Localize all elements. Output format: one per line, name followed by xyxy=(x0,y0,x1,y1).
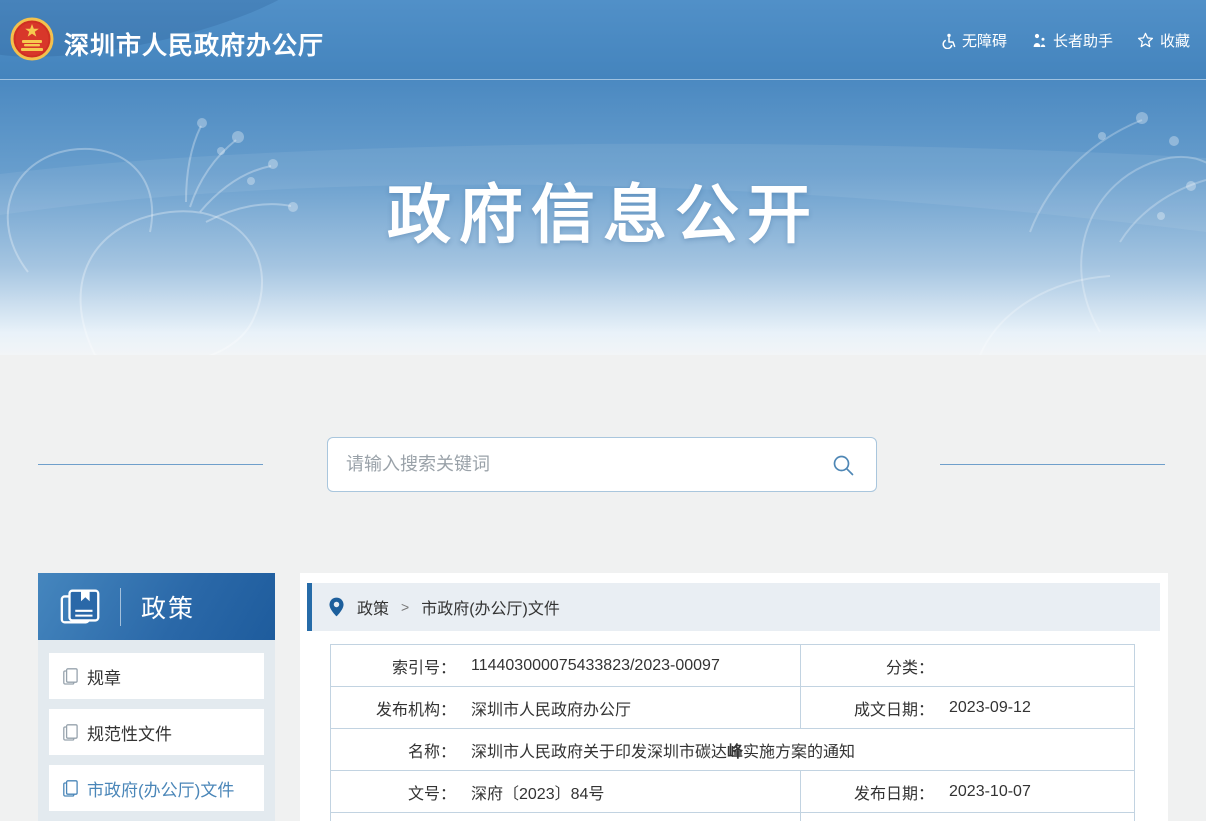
favorite-link[interactable]: 收藏 xyxy=(1137,30,1190,51)
top-header-bar: 深圳市人民政府办公厅 无障碍 长者助手 xyxy=(0,0,1206,80)
content-section: 政策 规章 规范性文件 xyxy=(0,355,1206,821)
meta-cell-empty xyxy=(800,813,1134,821)
policy-book-icon xyxy=(58,586,104,628)
hero-banner: 政府信息公开 xyxy=(0,80,1206,355)
topbar-links: 无障碍 长者助手 收藏 xyxy=(940,30,1190,51)
sidebar-item-regulations[interactable]: 规章 xyxy=(49,653,264,699)
star-icon xyxy=(1137,32,1154,49)
breadcrumb-item-current: 市政府(办公厅)文件 xyxy=(421,595,560,619)
meta-cell-issuing-agency: 发布机构： 深圳市人民政府办公厅 xyxy=(331,687,800,728)
sidebar-header-label: 政策 xyxy=(141,589,195,625)
search-icon[interactable] xyxy=(831,453,856,478)
document-icon xyxy=(63,724,78,741)
sidebar-item-label: 规范性文件 xyxy=(87,720,172,745)
elder-assist-label: 长者助手 xyxy=(1053,30,1113,51)
table-row: 索引号： 114403000075433823/2023-00097 分类： xyxy=(331,645,1134,687)
sidebar-item-label: 规章 xyxy=(87,664,121,689)
meta-cell-index-number: 索引号： 114403000075433823/2023-00097 xyxy=(331,645,800,686)
main-panel: 政策 > 市政府(办公厅)文件 索引号： 114403000075433823/… xyxy=(300,573,1168,821)
sidebar-item-municipal-gov-documents[interactable]: 市政府(办公厅)文件 xyxy=(49,765,264,811)
sidebar-item-label: 市政府(办公厅)文件 xyxy=(87,776,234,801)
breadcrumb: 政策 > 市政府(办公厅)文件 xyxy=(307,583,1160,631)
meta-label: 索引号： xyxy=(331,654,456,678)
document-meta-table: 索引号： 114403000075433823/2023-00097 分类： 发… xyxy=(330,644,1135,821)
sidebar-header: 政策 xyxy=(38,573,275,640)
search-keyword-highlight: 峰 xyxy=(727,744,743,761)
meta-value: 2023-09-12 xyxy=(949,699,1031,717)
site-title[interactable]: 深圳市人民政府办公厅 xyxy=(64,26,324,62)
document-icon xyxy=(63,668,78,685)
elder-assist-link[interactable]: 长者助手 xyxy=(1031,30,1113,51)
search-divider-left xyxy=(38,464,263,465)
document-icon xyxy=(63,780,78,797)
sidebar-menu: 规章 规范性文件 市政府(办公厅)文件 xyxy=(38,640,275,821)
meta-value-document-name: 深圳市人民政府关于印发深圳市碳达峰实施方案的通知 xyxy=(471,738,855,762)
elder-assist-icon xyxy=(1031,33,1047,49)
meta-cell-written-date: 成文日期： 2023-09-12 xyxy=(800,687,1134,728)
location-pin-icon xyxy=(329,597,344,617)
breadcrumb-separator: > xyxy=(401,599,409,615)
search-input[interactable] xyxy=(328,438,876,491)
sidebar: 政策 规章 规范性文件 xyxy=(38,573,275,821)
meta-cell-empty xyxy=(331,813,800,821)
meta-cell-document-number: 文号： 深府〔2023〕84号 xyxy=(331,771,800,812)
meta-label: 分类： xyxy=(801,654,934,678)
breadcrumb-item-policy[interactable]: 政策 xyxy=(357,595,389,619)
meta-label: 发布日期： xyxy=(801,780,934,804)
table-row: 名称： 深圳市人民政府关于印发深圳市碳达峰实施方案的通知 xyxy=(331,729,1134,771)
wheelchair-icon xyxy=(940,33,956,49)
meta-value: 深圳市人民政府办公厅 xyxy=(471,696,631,720)
meta-label: 文号： xyxy=(331,780,456,804)
header-divider xyxy=(120,588,121,626)
accessibility-label: 无障碍 xyxy=(962,30,1007,51)
sidebar-item-normative-documents[interactable]: 规范性文件 xyxy=(49,709,264,755)
meta-cell-category: 分类： xyxy=(800,645,1134,686)
meta-value: 114403000075433823/2023-00097 xyxy=(471,657,720,675)
table-row: 发布机构： 深圳市人民政府办公厅 成文日期： 2023-09-12 xyxy=(331,687,1134,729)
accessibility-link[interactable]: 无障碍 xyxy=(940,30,1007,51)
national-emblem-icon xyxy=(10,15,54,65)
search-box xyxy=(327,437,877,492)
meta-value: 深府〔2023〕84号 xyxy=(471,780,604,804)
meta-label: 发布机构： xyxy=(331,696,456,720)
table-row-partial xyxy=(331,813,1134,821)
meta-label: 名称： xyxy=(331,738,456,762)
meta-cell-document-name: 名称： 深圳市人民政府关于印发深圳市碳达峰实施方案的通知 xyxy=(331,729,1134,770)
meta-label: 成文日期： xyxy=(801,696,934,720)
favorite-label: 收藏 xyxy=(1160,30,1190,51)
table-row: 文号： 深府〔2023〕84号 发布日期： 2023-10-07 xyxy=(331,771,1134,813)
meta-value: 2023-10-07 xyxy=(949,783,1031,801)
page-title: 政府信息公开 xyxy=(0,164,1206,256)
meta-cell-publish-date: 发布日期： 2023-10-07 xyxy=(800,771,1134,812)
search-divider-right xyxy=(940,464,1165,465)
page: 深圳市人民政府办公厅 无障碍 长者助手 xyxy=(0,0,1206,821)
